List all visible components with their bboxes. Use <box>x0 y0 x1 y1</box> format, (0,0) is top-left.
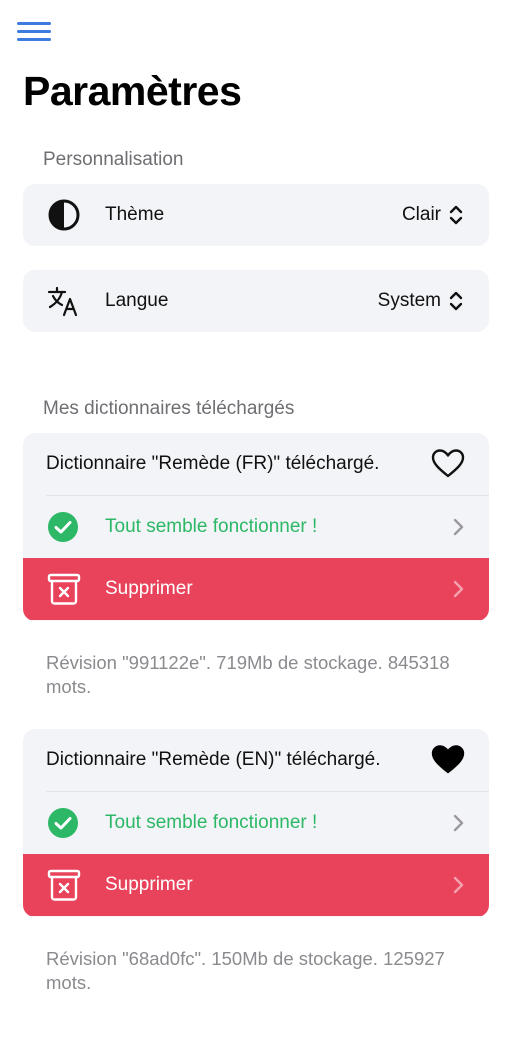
theme-label: Thème <box>105 204 165 225</box>
dictionary-header: Dictionnaire "Remède (FR)" téléchargé. <box>23 433 489 495</box>
status-text: Tout semble fonctionner ! <box>105 812 318 833</box>
section-label-dictionaries: Mes dictionnaires téléchargés <box>43 398 295 419</box>
translate-icon <box>47 284 81 318</box>
dictionary-card: Dictionnaire "Remède (FR)" téléchargé. T… <box>23 433 489 621</box>
theme-setting-card[interactable]: Thème Clair <box>23 184 489 246</box>
dictionary-title: Dictionnaire "Remède (EN)" téléchargé. <box>46 749 381 770</box>
delete-label: Supprimer <box>105 874 193 895</box>
delete-dictionary-button[interactable]: Supprimer <box>23 854 489 916</box>
heart-filled-icon[interactable] <box>431 744 465 776</box>
updown-chevron-icon <box>447 203 465 227</box>
check-circle-icon <box>47 511 79 543</box>
heart-outline-icon[interactable] <box>431 448 465 480</box>
chevron-right-icon <box>451 813 465 833</box>
dictionary-footnote: Révision "991122e". 719Mb de stockage. 8… <box>46 652 450 697</box>
check-circle-icon <box>47 807 79 839</box>
dictionary-footnote: Révision "68ad0fc". 150Mb de stockage. 1… <box>46 948 445 993</box>
theme-value[interactable]: Clair <box>402 204 441 226</box>
status-row[interactable]: Tout semble fonctionner ! <box>23 496 489 558</box>
section-label-personalisation: Personnalisation <box>43 149 184 170</box>
dictionary-title: Dictionnaire "Remède (FR)" téléchargé. <box>46 453 380 474</box>
updown-chevron-icon <box>447 289 465 313</box>
chevron-right-icon <box>451 579 465 599</box>
delete-dictionary-button[interactable]: Supprimer <box>23 558 489 620</box>
chevron-right-icon <box>451 517 465 537</box>
contrast-icon <box>47 198 81 232</box>
page-title: Paramètres <box>23 68 242 114</box>
trash-icon <box>47 572 81 606</box>
language-value[interactable]: System <box>378 290 441 312</box>
dictionary-header: Dictionnaire "Remède (EN)" téléchargé. <box>23 729 489 791</box>
status-row[interactable]: Tout semble fonctionner ! <box>23 792 489 854</box>
theme-setting-row[interactable]: Thème Clair <box>23 184 489 246</box>
status-text: Tout semble fonctionner ! <box>105 516 318 537</box>
language-setting-row[interactable]: Langue System <box>23 270 489 332</box>
chevron-right-icon <box>451 875 465 895</box>
dictionary-card: Dictionnaire "Remède (EN)" téléchargé. T… <box>23 729 489 917</box>
menu-icon[interactable] <box>17 20 53 46</box>
delete-label: Supprimer <box>105 578 193 599</box>
language-label: Langue <box>105 290 169 311</box>
language-setting-card[interactable]: Langue System <box>23 270 489 332</box>
trash-icon <box>47 868 81 902</box>
